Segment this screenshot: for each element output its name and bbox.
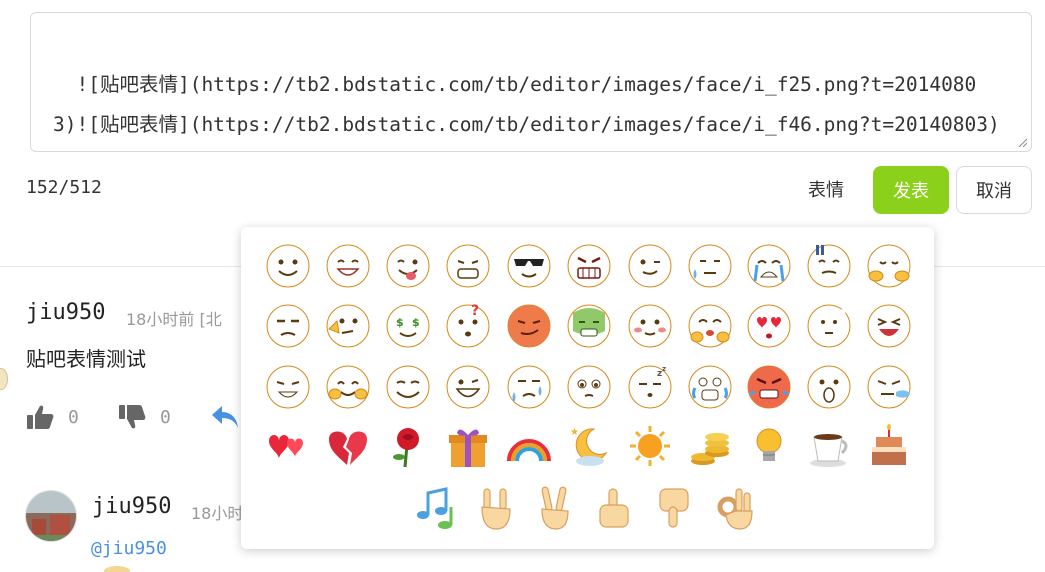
dislike-count: 0	[160, 406, 171, 428]
emoji-blushing-icon[interactable]	[627, 303, 673, 349]
emoji-teary-icon[interactable]	[566, 364, 612, 410]
emoji-furious-icon[interactable]	[746, 364, 792, 410]
emoji-rose-icon[interactable]	[385, 423, 431, 469]
emoji-coffee-icon[interactable]	[806, 423, 852, 469]
like-count: 0	[68, 406, 79, 428]
reply-button[interactable]	[210, 404, 240, 430]
thumbs-down-icon	[119, 405, 146, 429]
comment-text: 贴吧表情测试	[26, 347, 146, 371]
emoji-thumbs-up-icon[interactable]	[592, 485, 638, 531]
emoji-sun-icon[interactable]	[627, 423, 673, 469]
avatar[interactable]	[25, 490, 77, 542]
emoji-thumbs-down-icon[interactable]	[652, 485, 698, 531]
emoji-rock-on-icon[interactable]	[472, 485, 518, 531]
thumbs-up-icon	[27, 405, 54, 429]
emoji-embarrassed-icon[interactable]	[806, 243, 852, 289]
svg-text:z: z	[662, 365, 666, 373]
emoji-eyes-closed-icon[interactable]	[265, 364, 311, 410]
emoji-thinking-icon[interactable]	[325, 303, 371, 349]
emoji-shy-icon[interactable]	[806, 303, 852, 349]
emoji-broken-heart-icon[interactable]	[325, 423, 371, 469]
like-button[interactable]: 0	[26, 404, 79, 430]
char-counter: 152/512	[26, 177, 102, 198]
emoji-shocked-icon[interactable]	[806, 364, 852, 410]
dislike-button[interactable]: 0	[118, 404, 171, 430]
comment-username[interactable]: jiu950	[26, 300, 105, 325]
cancel-button[interactable]: 取消	[956, 166, 1032, 214]
emoji-victory-icon[interactable]	[532, 485, 578, 531]
emoji-blush-laugh-icon[interactable]	[325, 364, 371, 410]
reply-mention-link[interactable]: @jiu950	[91, 538, 167, 559]
emoji-angry-icon[interactable]	[566, 243, 612, 289]
emoji-toggle-button[interactable]: 表情	[808, 176, 844, 202]
emoji-smile-icon[interactable]	[265, 243, 311, 289]
emoji-sneeze-icon[interactable]	[866, 364, 912, 410]
emoji-laughing-icon[interactable]	[866, 303, 912, 349]
emoji-panel: $ $? z z ★	[241, 227, 934, 549]
emoji-tongue-out-icon[interactable]	[385, 243, 431, 289]
emoji-gift-icon[interactable]	[445, 423, 491, 469]
emoji-grimace-icon[interactable]	[445, 243, 491, 289]
reply-username[interactable]: jiu950	[92, 494, 171, 519]
emoji-crying-icon[interactable]	[746, 243, 792, 289]
emoji-moon-icon[interactable]: ★	[566, 423, 612, 469]
emoji-cool-sunglasses-icon[interactable]	[506, 243, 552, 289]
submit-button[interactable]: 发表	[873, 166, 949, 214]
emoji-hug-icon[interactable]	[866, 243, 912, 289]
emoji-sick-icon[interactable]	[566, 303, 612, 349]
emoji-heart-eyes-icon[interactable]	[746, 303, 792, 349]
svg-text:$: $	[412, 316, 420, 329]
emoji-rainbow-icon[interactable]	[506, 423, 552, 469]
emoji-coins-icon[interactable]	[687, 423, 733, 469]
comment-time: 18小时前 [北	[126, 310, 222, 329]
emoji-cake-icon[interactable]	[866, 423, 912, 469]
emoji-big-grin-icon[interactable]	[445, 364, 491, 410]
comment-editor[interactable]: ![贴吧表情](https://tb2.bdstatic.com/tb/edit…	[30, 12, 1032, 152]
emoji-money-eyes-icon[interactable]: $ $	[385, 303, 431, 349]
emoji-wink-icon[interactable]	[627, 243, 673, 289]
svg-text:?: ?	[471, 303, 479, 319]
emoji-content-icon[interactable]	[385, 364, 431, 410]
emoji-confused-icon[interactable]: ?	[445, 303, 491, 349]
emoji-hearts-icon[interactable]	[265, 423, 311, 469]
emoji-unamused-icon[interactable]	[265, 303, 311, 349]
emoji-edge	[104, 566, 130, 572]
emoji-bulb-icon[interactable]	[746, 423, 792, 469]
emoji-cold-sweat-icon[interactable]	[506, 364, 552, 410]
emoji-music-icon[interactable]	[411, 485, 457, 531]
svg-text:$: $	[396, 316, 404, 329]
svg-text:★: ★	[570, 427, 579, 438]
emoji-sleepy-icon[interactable]: zz	[627, 364, 673, 410]
emoji-smirk-icon[interactable]	[506, 303, 552, 349]
emoji-pouting-icon[interactable]	[687, 303, 733, 349]
emoji-grin-icon[interactable]	[325, 243, 371, 289]
editor-text: ![贴吧表情](https://tb2.bdstatic.com/tb/edit…	[53, 73, 1000, 136]
avatar-edge	[0, 368, 8, 390]
emoji-ok-hand-icon[interactable]	[712, 485, 758, 531]
emoji-scared-icon[interactable]	[687, 364, 733, 410]
resize-grip-icon[interactable]	[1017, 137, 1027, 147]
reply-time: 18小时	[191, 504, 244, 523]
reply-icon	[212, 406, 238, 428]
emoji-sweat-icon[interactable]	[687, 243, 733, 289]
